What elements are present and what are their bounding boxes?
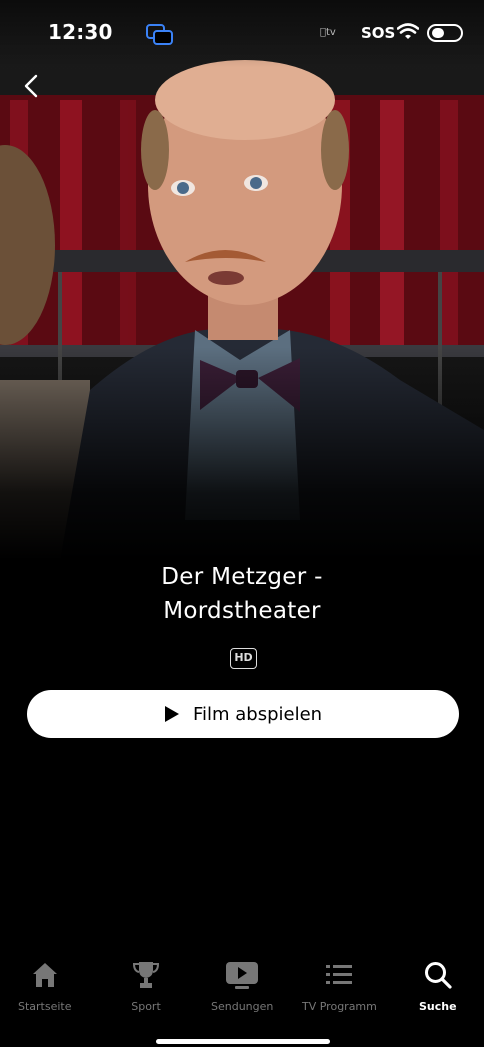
trophy-icon — [132, 962, 160, 988]
play-movie-button[interactable]: Film abspielen — [27, 690, 459, 738]
status-bar: 12:30 tv SOS — [0, 0, 484, 66]
tab-label: Suche — [419, 1000, 457, 1013]
movie-title-line2: Mordstheater — [163, 598, 321, 624]
tab-label: Sendungen — [211, 1000, 274, 1013]
tab-startseite[interactable]: Startseite — [18, 958, 72, 1013]
back-icon[interactable] — [18, 72, 46, 100]
hero-image — [0, 0, 484, 560]
play-icon — [164, 706, 179, 722]
screen-mirroring-icon — [146, 24, 173, 45]
movie-title-line1: Der Metzger - — [161, 564, 323, 590]
battery-icon — [427, 24, 463, 42]
list-icon — [326, 965, 353, 984]
tab-label: TV Programm — [302, 1000, 377, 1013]
play-box-icon — [226, 962, 259, 989]
home-icon — [32, 963, 57, 987]
status-time: 12:30 — [48, 20, 113, 44]
tab-sport[interactable]: Sport — [129, 958, 163, 1013]
apple-tv-indicator: tv — [320, 27, 336, 38]
sos-indicator: SOS — [361, 24, 396, 42]
wifi-icon — [397, 23, 419, 39]
bottom-tab-bar: Startseite Sport Sendungen TV Programm S… — [0, 958, 484, 1018]
search-icon — [424, 962, 452, 989]
movie-title: Der Metzger - Mordstheater — [0, 560, 484, 628]
tab-tv-programm[interactable]: TV Programm — [302, 958, 377, 1013]
hd-badge: HD — [230, 648, 257, 669]
home-indicator[interactable] — [156, 1039, 330, 1044]
tab-label: Sport — [131, 1000, 161, 1013]
tab-suche[interactable]: Suche — [419, 958, 457, 1013]
play-movie-label: Film abspielen — [192, 703, 323, 725]
tab-sendungen[interactable]: Sendungen — [211, 958, 273, 1013]
tab-label: Startseite — [18, 1000, 72, 1013]
